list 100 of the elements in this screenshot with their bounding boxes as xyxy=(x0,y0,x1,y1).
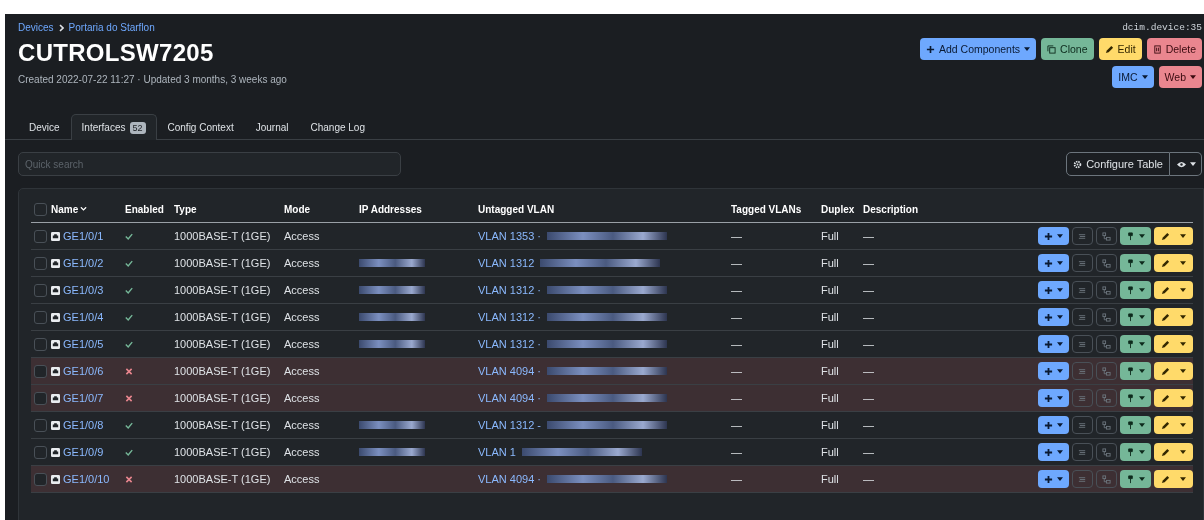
edit-dropdown-button[interactable] xyxy=(1154,335,1193,353)
add-dropdown-button[interactable] xyxy=(1038,254,1069,272)
vlan-link[interactable]: VLAN 1312 · xyxy=(478,338,541,350)
dropdown-button[interactable]: IMC xyxy=(1112,66,1154,88)
add-dropdown-button[interactable] xyxy=(1038,281,1069,299)
plug-dropdown-button[interactable] xyxy=(1120,470,1151,488)
column-header[interactable]: Name xyxy=(51,204,125,215)
interface-link[interactable]: GE1/0/7 xyxy=(63,392,104,404)
select-all-checkbox[interactable] xyxy=(34,203,47,216)
clone-button[interactable]: Clone xyxy=(1041,38,1094,60)
plug-dropdown-button[interactable] xyxy=(1120,335,1151,353)
row-checkbox[interactable] xyxy=(34,256,47,270)
column-header[interactable]: Enabled xyxy=(125,204,174,215)
interface-link[interactable]: GE1/0/3 xyxy=(63,284,104,296)
interface-link[interactable]: GE1/0/2 xyxy=(63,257,104,269)
edit-dropdown-button[interactable] xyxy=(1154,227,1193,245)
row-checkbox[interactable] xyxy=(34,445,47,459)
interface-link[interactable]: GE1/0/5 xyxy=(63,338,104,350)
trace-button[interactable] xyxy=(1072,416,1093,434)
connect-button[interactable] xyxy=(1096,362,1117,380)
connect-button[interactable] xyxy=(1096,227,1117,245)
plug-dropdown-button[interactable] xyxy=(1120,389,1151,407)
edit-dropdown-button[interactable] xyxy=(1154,254,1193,272)
vlan-link[interactable]: VLAN 1 xyxy=(478,446,516,458)
edit-button[interactable]: Edit xyxy=(1098,38,1142,60)
connect-button[interactable] xyxy=(1096,443,1117,461)
trace-button[interactable] xyxy=(1072,227,1093,245)
edit-dropdown-button[interactable] xyxy=(1154,470,1193,488)
connect-button[interactable] xyxy=(1096,389,1117,407)
trace-button[interactable] xyxy=(1072,281,1093,299)
plug-dropdown-button[interactable] xyxy=(1120,254,1151,272)
plug-dropdown-button[interactable] xyxy=(1120,227,1151,245)
tab[interactable]: Interfaces 52 xyxy=(70,114,157,140)
connect-button[interactable] xyxy=(1096,335,1117,353)
row-checkbox[interactable] xyxy=(34,337,47,351)
vlan-link[interactable]: VLAN 4094 · xyxy=(478,473,541,485)
row-checkbox[interactable] xyxy=(34,472,47,486)
plug-dropdown-button[interactable] xyxy=(1120,362,1151,380)
plug-dropdown-button[interactable] xyxy=(1120,416,1151,434)
add-dropdown-button[interactable] xyxy=(1038,362,1069,380)
add-dropdown-button[interactable] xyxy=(1038,227,1069,245)
vlan-link[interactable]: VLAN 4094 · xyxy=(478,365,541,377)
row-checkbox[interactable] xyxy=(34,391,47,405)
tab[interactable]: Device xyxy=(18,114,71,139)
connect-button[interactable] xyxy=(1096,416,1117,434)
edit-dropdown-button[interactable] xyxy=(1154,362,1193,380)
interface-link[interactable]: GE1/0/4 xyxy=(63,311,104,323)
row-checkbox[interactable] xyxy=(34,364,47,378)
row-checkbox[interactable] xyxy=(34,229,47,243)
plug-dropdown-button[interactable] xyxy=(1120,281,1151,299)
column-header[interactable]: Tagged VLANs xyxy=(731,204,821,215)
vlan-link[interactable]: VLAN 1312 xyxy=(478,257,535,269)
column-header[interactable]: IP Addresses xyxy=(359,204,478,215)
edit-dropdown-button[interactable] xyxy=(1154,443,1193,461)
tab[interactable]: Journal xyxy=(244,114,300,139)
column-header[interactable]: Mode xyxy=(284,204,359,215)
vlan-link[interactable]: VLAN 4094 · xyxy=(478,392,541,404)
vlan-link[interactable]: VLAN 1312 · xyxy=(478,311,541,323)
plug-dropdown-button[interactable] xyxy=(1120,443,1151,461)
trace-button[interactable] xyxy=(1072,254,1093,272)
dropdown-button[interactable]: Web xyxy=(1158,66,1202,88)
tab[interactable]: Change Log xyxy=(299,114,376,139)
configure-table-button[interactable]: Configure Table xyxy=(1066,152,1170,176)
trace-button[interactable] xyxy=(1072,308,1093,326)
row-checkbox[interactable] xyxy=(34,418,47,432)
connect-button[interactable] xyxy=(1096,281,1117,299)
add-button[interactable]: Add Components xyxy=(919,38,1037,60)
add-dropdown-button[interactable] xyxy=(1038,308,1069,326)
vlan-link[interactable]: VLAN 1312 - xyxy=(478,419,541,431)
interface-link[interactable]: GE1/0/6 xyxy=(63,365,104,377)
interface-link[interactable]: GE1/0/10 xyxy=(63,473,110,485)
interface-link[interactable]: GE1/0/1 xyxy=(63,230,104,242)
edit-dropdown-button[interactable] xyxy=(1154,281,1193,299)
add-dropdown-button[interactable] xyxy=(1038,389,1069,407)
vlan-link[interactable]: VLAN 1353 · xyxy=(478,230,541,242)
trace-button[interactable] xyxy=(1072,335,1093,353)
breadcrumb-link[interactable]: Devices xyxy=(18,22,54,33)
connect-button[interactable] xyxy=(1096,308,1117,326)
add-dropdown-button[interactable] xyxy=(1038,470,1069,488)
row-checkbox[interactable] xyxy=(34,283,47,297)
add-dropdown-button[interactable] xyxy=(1038,443,1069,461)
column-header[interactable]: Untagged VLAN xyxy=(478,204,731,215)
edit-dropdown-button[interactable] xyxy=(1154,308,1193,326)
interface-link[interactable]: GE1/0/8 xyxy=(63,419,104,431)
column-header[interactable]: Duplex xyxy=(821,204,863,215)
edit-dropdown-button[interactable] xyxy=(1154,416,1193,434)
interface-link[interactable]: GE1/0/9 xyxy=(63,446,104,458)
delete-button[interactable]: Delete xyxy=(1146,38,1202,60)
search-field[interactable]: Quick search xyxy=(18,152,401,176)
edit-dropdown-button[interactable] xyxy=(1154,389,1193,407)
add-dropdown-button[interactable] xyxy=(1038,416,1069,434)
vlan-link[interactable]: VLAN 1312 · xyxy=(478,284,541,296)
trace-button[interactable] xyxy=(1072,443,1093,461)
visibility-dropdown[interactable] xyxy=(1170,152,1202,176)
breadcrumb-link[interactable]: Portaria do Starflon xyxy=(68,22,155,33)
connect-button[interactable] xyxy=(1096,254,1117,272)
plug-dropdown-button[interactable] xyxy=(1120,308,1151,326)
add-dropdown-button[interactable] xyxy=(1038,335,1069,353)
column-header[interactable]: Description xyxy=(863,204,1013,215)
row-checkbox[interactable] xyxy=(34,310,47,324)
